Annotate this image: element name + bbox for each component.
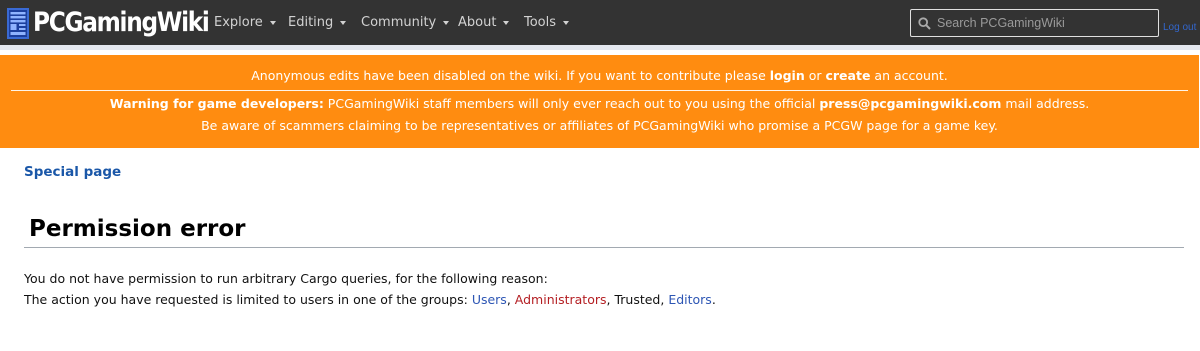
nav-community-label: Community — [361, 15, 437, 30]
notice-text: Anonymous edits have been disabled on th… — [251, 68, 770, 83]
nav-about-label: About — [458, 15, 497, 30]
banner-divider — [11, 90, 1188, 91]
login-link[interactable]: login — [770, 68, 805, 83]
developer-warning: Warning for game developers: PCGamingWik… — [0, 96, 1199, 111]
nav-editing-label: Editing — [288, 15, 334, 30]
site-notice-banner: Anonymous edits have been disabled on th… — [0, 55, 1199, 148]
top-navbar: PCGamingWiki Explore Editing Community A… — [0, 0, 1200, 45]
reason-text: The action you have requested is limited… — [24, 292, 472, 307]
pcgw-logo-icon — [7, 8, 29, 39]
warning-label: Warning for game developers: — [109, 96, 324, 111]
nav-tools[interactable]: Tools — [524, 0, 570, 45]
logo-text: PCGamingWiki — [33, 7, 210, 38]
group-trusted-text: , Trusted, — [606, 292, 669, 307]
group-editors-link[interactable]: Editors — [668, 292, 712, 307]
scammer-warning: Be aware of scammers claiming to be repr… — [201, 118, 998, 133]
group-separator: , — [506, 292, 515, 307]
nav-community[interactable]: Community — [361, 0, 450, 45]
reason-end: . — [711, 292, 716, 307]
nav-editing[interactable]: Editing — [288, 0, 347, 45]
notice-end: an account. — [870, 68, 948, 83]
title-divider — [24, 247, 1184, 248]
caret-down-icon — [503, 20, 510, 25]
special-page-link[interactable]: Special page — [24, 164, 121, 180]
nav-explore[interactable]: Explore — [214, 0, 276, 45]
warning-text: PCGamingWiki staff members will only eve… — [323, 96, 820, 111]
caret-down-icon — [269, 20, 276, 25]
press-email: press@pcgamingwiki.com — [819, 96, 1002, 111]
caret-down-icon — [340, 20, 347, 25]
permission-message: You do not have permission to run arbitr… — [24, 271, 548, 286]
permission-reason: The action you have requested is limited… — [24, 292, 716, 307]
group-users-link[interactable]: Users — [472, 292, 507, 307]
create-account-link[interactable]: create — [825, 68, 870, 83]
notice-or: or — [804, 68, 826, 83]
search-input[interactable] — [937, 16, 1157, 30]
nav-explore-label: Explore — [214, 15, 263, 30]
logout-link[interactable]: Log out — [1163, 22, 1196, 33]
warning-end: mail address. — [1001, 96, 1090, 111]
caret-down-icon — [563, 20, 570, 25]
group-administrators-link[interactable]: Administrators — [515, 292, 607, 307]
search-box[interactable] — [910, 9, 1159, 37]
site-logo[interactable]: PCGamingWiki — [6, 4, 237, 42]
navbar-edge — [0, 45, 1200, 50]
anonymous-edit-notice: Anonymous edits have been disabled on th… — [0, 68, 1199, 83]
page-title: Permission error — [29, 216, 246, 242]
nav-about[interactable]: About — [458, 0, 510, 45]
search-icon — [918, 16, 931, 30]
nav-tools-label: Tools — [524, 15, 557, 30]
caret-down-icon — [443, 20, 450, 25]
